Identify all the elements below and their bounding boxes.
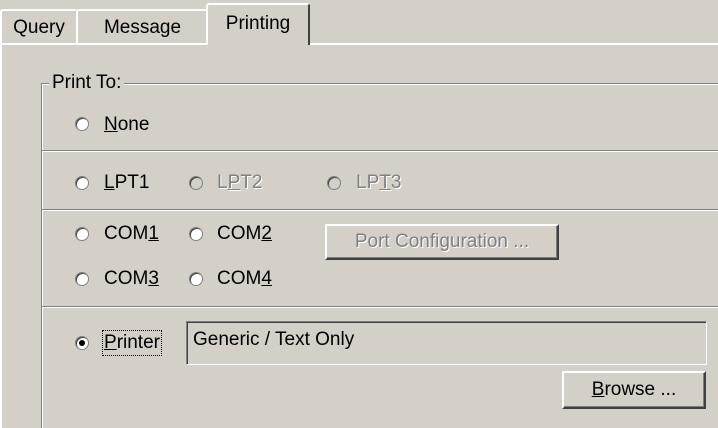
radio-none-label[interactable]: None [104, 114, 149, 136]
radio-com4[interactable] [189, 272, 203, 286]
radio-com3-label[interactable]: COM3 [104, 268, 159, 290]
radio-com3[interactable] [75, 272, 89, 286]
tab-message-label: Message [103, 17, 182, 38]
radio-lpt2-label[interactable]: LPT2 [217, 172, 262, 194]
radio-lpt1[interactable] [75, 176, 89, 190]
port-configuration-button[interactable]: Port Configuration ... [325, 224, 559, 260]
panel-left-edge [0, 45, 2, 428]
radio-lpt3-label[interactable]: LPT3 [356, 172, 401, 194]
tab-query[interactable]: Query [0, 9, 78, 43]
radio-lpt1-label[interactable]: LPT1 [104, 172, 149, 194]
tab-strip-edge [0, 43, 718, 45]
tab-printing[interactable]: Printing [206, 3, 310, 45]
tab-printing-label: Printing [225, 13, 291, 34]
radio-lpt3[interactable] [327, 176, 341, 190]
print-to-legend: Print To: [49, 72, 125, 94]
radio-com4-label[interactable]: COM4 [217, 268, 272, 290]
tab-query-label: Query [13, 17, 65, 38]
radio-com2[interactable] [189, 227, 203, 241]
radio-printer-dot [79, 340, 85, 346]
tab-message[interactable]: Message [76, 9, 209, 43]
radio-printer[interactable] [75, 336, 89, 350]
browse-button[interactable]: Browse ... [562, 371, 706, 409]
radio-com1[interactable] [75, 227, 89, 241]
radio-lpt2[interactable] [189, 176, 203, 190]
radio-com2-label[interactable]: COM2 [217, 223, 272, 245]
radio-printer-label[interactable]: Printer [102, 330, 162, 356]
radio-none[interactable] [75, 117, 89, 131]
radio-com1-label[interactable]: COM1 [104, 223, 159, 245]
printer-name-field[interactable]: Generic / Text Only [186, 321, 707, 365]
